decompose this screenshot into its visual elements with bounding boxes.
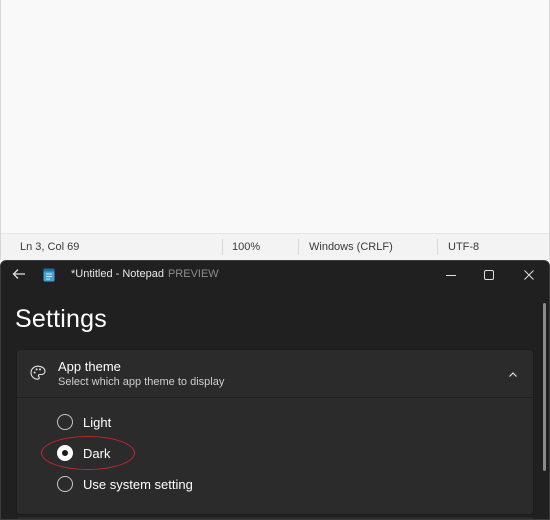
close-icon [524, 270, 534, 280]
scrollbar[interactable] [543, 303, 546, 471]
app-theme-subtitle: Select which app theme to display [58, 376, 225, 388]
palette-icon [29, 364, 47, 382]
line-ending[interactable]: Windows (CRLF) [309, 234, 393, 260]
preview-badge: PREVIEW [167, 268, 219, 280]
notepad-settings-window: *Untitled - Notepad PREVIEW Settings App … [0, 260, 550, 520]
title-bar: *Untitled - Notepad PREVIEW [1, 261, 549, 289]
status-separator [298, 239, 299, 255]
zoom-level[interactable]: 100% [232, 234, 260, 260]
window-title-text: *Untitled - Notepad [71, 268, 164, 280]
status-bar: Ln 3, Col 69 100% Windows (CRLF) UTF-8 [1, 233, 549, 260]
chevron-up-icon[interactable] [507, 368, 519, 380]
notepad-window-background: Ln 3, Col 69 100% Windows (CRLF) UTF-8 [0, 0, 550, 260]
page-title: Settings [15, 305, 107, 333]
status-separator [437, 239, 438, 255]
radio-light[interactable] [57, 414, 73, 430]
maximize-icon [484, 270, 494, 280]
cursor-position: Ln 3, Col 69 [20, 241, 80, 253]
app-theme-card: App theme Select which app theme to disp… [16, 349, 534, 515]
maximize-button[interactable] [469, 261, 509, 289]
notepad-app-icon [43, 267, 55, 282]
status-separator [222, 239, 223, 255]
card-divider [17, 397, 533, 398]
app-theme-title: App theme [58, 359, 121, 374]
minimize-icon [446, 275, 456, 276]
minimize-button[interactable] [431, 261, 471, 289]
radio-label-light: Light [83, 415, 112, 430]
close-button[interactable] [509, 261, 549, 289]
window-title: *Untitled - Notepad PREVIEW [71, 268, 219, 280]
radio-label-system: Use system setting [83, 477, 193, 492]
text-editor-area[interactable] [1, 0, 549, 233]
encoding[interactable]: UTF-8 [448, 234, 479, 260]
radio-system[interactable] [57, 476, 73, 492]
app-theme-expander[interactable]: App theme Select which app theme to disp… [17, 350, 533, 398]
dark-option-highlight-annotation [41, 436, 135, 470]
back-arrow-icon[interactable] [10, 265, 28, 283]
